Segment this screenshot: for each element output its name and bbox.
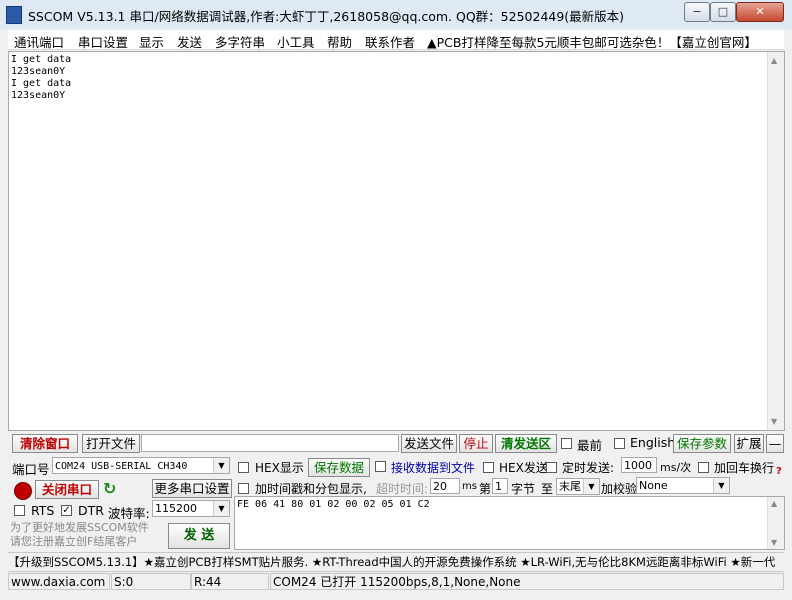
recv-to-file-checkbox[interactable] (375, 461, 386, 472)
scroll-up-icon[interactable]: ▲ (771, 499, 777, 508)
dtr-label: DTR (78, 503, 104, 518)
baud-value: 115200 (155, 502, 197, 515)
help-icon[interactable]: ? (776, 466, 782, 477)
timestamp-label: 加时间戳和分包显示, (255, 482, 367, 496)
collapse-button[interactable]: — (766, 434, 784, 453)
menu-send[interactable]: 发送 (177, 32, 202, 51)
byte-prefix-label: 第 (479, 482, 492, 496)
baud-label: 波特率: (108, 506, 150, 521)
timed-interval-input[interactable]: 1000 (621, 457, 657, 473)
website-link[interactable]: www.daxia.com (8, 573, 110, 590)
expand-button[interactable]: 扩展 (734, 434, 764, 453)
refresh-icon[interactable]: ↻ (103, 479, 116, 498)
menu-help[interactable]: 帮助 (327, 32, 352, 51)
byte-label: 字节 (511, 482, 536, 496)
timeout-label: 超时时间: (376, 482, 429, 496)
register-ad-text[interactable]: 为了更好地发展SSCOM软件 请您注册嘉立创F结尾客户 (10, 521, 149, 549)
chevron-down-icon[interactable]: ▼ (213, 501, 229, 516)
send-file-button[interactable]: 发送文件 (401, 434, 457, 453)
menu-comm-port[interactable]: 通讯端口 (14, 32, 64, 51)
ad-ticker[interactable]: 【升级到SSCOM5.13.1】★嘉立创PCB打样SMT贴片服务. ★RT-Th… (8, 552, 784, 572)
chevron-down-icon[interactable]: ▼ (213, 458, 229, 473)
open-file-button[interactable]: 打开文件 (82, 434, 140, 453)
end-select[interactable]: 末尾 ▼ (556, 478, 600, 495)
menu-bar: 通讯端口 串口设置 显示 发送 多字符串 小工具 帮助 联系作者 ▲PCB打样降… (8, 30, 784, 50)
checksum-label: 加校验 (601, 482, 638, 496)
window-title: SSCOM V5.13.1 串口/网络数据调试器,作者:大虾丁丁,2618058… (28, 9, 625, 24)
status-bar: www.daxia.com S:0 R:44 COM24 已打开 115200b… (8, 573, 784, 592)
clear-send-button[interactable]: 清发送区 (495, 434, 557, 453)
end-value: 末尾 (559, 480, 581, 493)
port-select[interactable]: COM24 USB-SERIAL CH340 ▼ (52, 457, 230, 474)
received-count: R:44 (191, 573, 269, 590)
to-label: 至 (541, 482, 554, 496)
chevron-down-icon[interactable]: ▼ (713, 478, 729, 493)
english-checkbox[interactable] (614, 438, 625, 449)
stop-button[interactable]: 停止 (459, 434, 493, 453)
recv-to-file-label: 接收数据到文件 (391, 461, 476, 475)
receive-area[interactable]: I get data 123sean0Y I get data 123sean0… (8, 51, 785, 431)
port-status-icon (14, 482, 32, 500)
dtr-checkbox[interactable]: ✓ (61, 505, 72, 516)
send-button[interactable]: 发 送 (168, 523, 230, 549)
topmost-label: 最前 (577, 438, 603, 453)
checksum-select[interactable]: None ▼ (636, 477, 730, 494)
receive-text: I get data 123sean0Y I get data 123sean0… (11, 54, 72, 101)
menu-display[interactable]: 显示 (139, 32, 164, 51)
timeout-input[interactable]: 20 (430, 478, 460, 494)
timestamp-checkbox[interactable] (238, 483, 249, 494)
menu-port-settings[interactable]: 串口设置 (78, 32, 128, 51)
menu-multi-string[interactable]: 多字符串 (215, 32, 265, 51)
menu-contact-author[interactable]: 联系作者 (365, 32, 415, 51)
port-label: 端口号 (12, 462, 50, 477)
save-data-button[interactable]: 保存数据 (308, 458, 370, 477)
rts-label: RTS (31, 503, 55, 518)
send-text: FE 06 41 80 01 02 00 02 05 01 C2 (237, 499, 430, 510)
timed-send-checkbox[interactable] (546, 462, 557, 473)
title-bar: SSCOM V5.13.1 串口/网络数据调试器,作者:大虾丁丁,2618058… (0, 0, 792, 29)
chevron-down-icon[interactable]: ▼ (583, 479, 599, 494)
close-port-button[interactable]: 关闭串口 (35, 480, 99, 499)
app-icon (6, 6, 22, 24)
timeout-unit-label: ms (462, 481, 477, 492)
timed-unit-label: ms/次 (660, 461, 692, 474)
minimize-button[interactable]: − (684, 2, 710, 22)
scroll-down-icon[interactable]: ▼ (771, 417, 777, 426)
timed-send-label: 定时发送: (562, 461, 615, 475)
add-crlf-label: 加回车换行 (714, 461, 775, 475)
add-crlf-checkbox[interactable] (698, 462, 709, 473)
sent-count: S:0 (111, 573, 191, 590)
checksum-value: None (639, 479, 668, 492)
topmost-checkbox[interactable] (561, 438, 572, 449)
baud-select[interactable]: 115200 ▼ (152, 500, 230, 517)
byte-index-input[interactable]: 1 (492, 478, 508, 494)
send-area[interactable]: FE 06 41 80 01 02 00 02 05 01 C2 ▲ ▼ (234, 496, 785, 550)
rts-checkbox[interactable] (14, 505, 25, 516)
scroll-down-icon[interactable]: ▼ (771, 538, 777, 547)
scroll-up-icon[interactable]: ▲ (771, 56, 777, 65)
file-path-input[interactable] (141, 434, 399, 452)
clear-window-button[interactable]: 清除窗口 (12, 434, 78, 453)
close-button[interactable]: ✕ (736, 2, 784, 22)
ticker-text: 【升级到SSCOM5.13.1】★嘉立创PCB打样SMT贴片服务. ★RT-Th… (8, 555, 776, 569)
more-port-settings-button[interactable]: 更多串口设置 (152, 479, 232, 498)
hex-display-label: HEX显示 (255, 461, 304, 475)
port-value: COM24 USB-SERIAL CH340 (55, 461, 188, 472)
app-window: SSCOM V5.13.1 串口/网络数据调试器,作者:大虾丁丁,2618058… (0, 0, 792, 600)
maximize-button[interactable]: □ (710, 2, 736, 22)
hex-send-label: HEX发送 (499, 461, 548, 475)
hex-send-checkbox[interactable] (483, 462, 494, 473)
menu-pcb-ad[interactable]: ▲PCB打样降至每款5元顺丰包邮可选杂色！【嘉立创官网】 (427, 32, 757, 51)
port-status-text: COM24 已打开 115200bps,8,1,None,None (270, 573, 784, 590)
menu-tools[interactable]: 小工具 (277, 32, 315, 51)
english-label: English (630, 435, 676, 450)
receive-scrollbar[interactable]: ▲ ▼ (767, 52, 784, 430)
send-scrollbar[interactable]: ▲ ▼ (767, 497, 784, 549)
save-params-button[interactable]: 保存参数 (673, 434, 731, 453)
hex-display-checkbox[interactable] (238, 462, 249, 473)
